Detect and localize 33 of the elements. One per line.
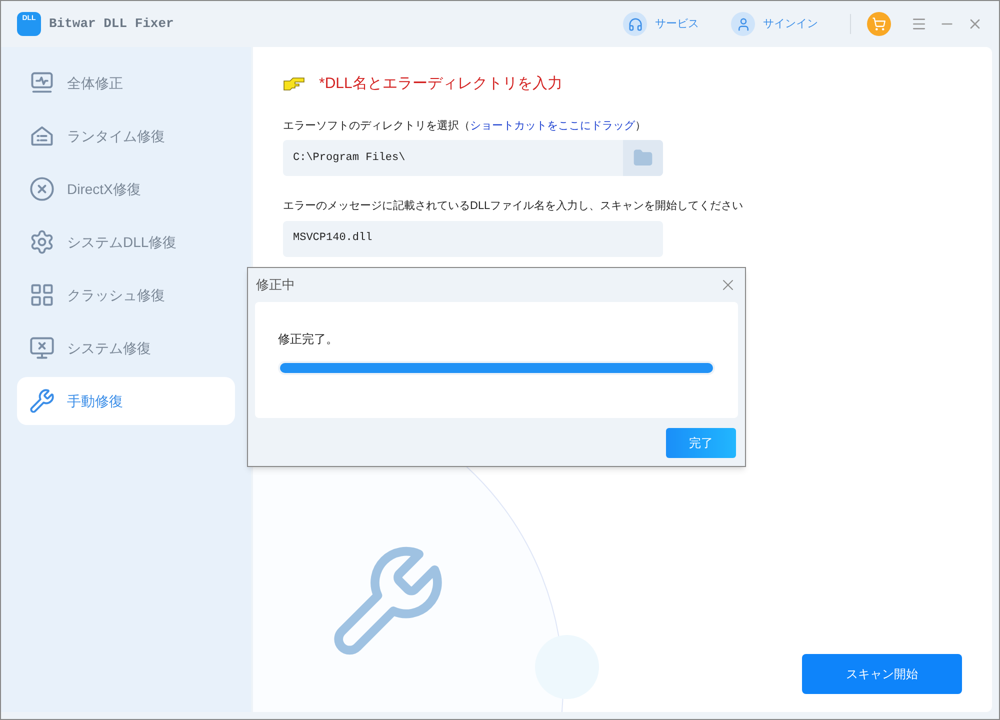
done-button[interactable]: 完了 [666, 428, 736, 458]
circle-x-icon [29, 176, 55, 202]
sidebar-item[interactable]: 全体修正 [17, 59, 235, 107]
cart-icon[interactable] [867, 12, 891, 36]
drag-shortcut-link[interactable]: ショートカットをここにドラッグ [470, 118, 635, 134]
gear-icon [29, 229, 55, 255]
sidebar-item[interactable]: ランタイム修復 [17, 112, 235, 160]
header-link[interactable]: サービス [655, 16, 699, 32]
directory-field[interactable]: C:\Program Files\ [283, 140, 663, 176]
field-label: エラーのメッセージに記載されているDLLファイル名を入力し、スキャンを開始してください [283, 199, 744, 214]
grid-icon [29, 282, 55, 308]
dll-name-field[interactable]: MSVCP140.dll [283, 220, 663, 256]
sidebar-item[interactable]: DirectX修復 [17, 165, 235, 213]
sidebar-item[interactable]: 手動修復 [17, 377, 235, 425]
menu-icon[interactable] [911, 16, 927, 32]
wrench-icon [29, 388, 55, 414]
field-label: ） [635, 118, 646, 134]
field-label: エラーソフトのディレクトリを選択（ [283, 118, 470, 134]
status-message: 修正完了。 [278, 331, 339, 348]
user-icon[interactable] [731, 12, 755, 36]
sidebar-item[interactable]: システム修復 [17, 324, 235, 372]
headset-icon[interactable] [623, 12, 647, 36]
sidebar-item[interactable]: システムDLL修復 [17, 218, 235, 266]
browse-button[interactable] [623, 140, 663, 176]
sidebar-item[interactable]: クラッシュ修復 [17, 271, 235, 319]
dialog-title: 修正中 [256, 276, 295, 294]
pointing-hand-icon [283, 77, 305, 92]
section-heading: *DLL名とエラーディレクトリを入力 [319, 74, 562, 94]
window-title: Bitwar DLL Fixer [49, 15, 174, 34]
header-link[interactable]: サインイン [763, 16, 818, 32]
folder-icon [633, 148, 653, 168]
monitor-x-icon [29, 335, 55, 361]
scan-button[interactable]: スキャン開始 [802, 654, 962, 694]
